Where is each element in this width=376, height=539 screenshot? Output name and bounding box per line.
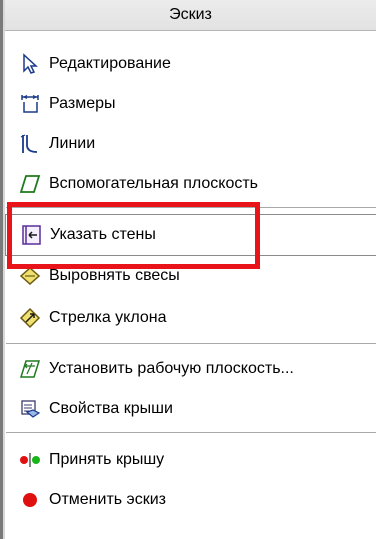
finish-roof-icon [19, 449, 41, 471]
menu-item-label: Отменить эскиз [49, 491, 166, 508]
set-work-plane-icon [19, 358, 41, 380]
menu-item-label: Стрелка уклона [49, 309, 167, 326]
menu-item-lines[interactable]: Линии [5, 124, 376, 164]
menu-separator [6, 432, 376, 434]
menu-item-label: Установить рабочую плоскость... [49, 360, 294, 377]
cursor-arrow-icon [19, 53, 41, 75]
cancel-sketch-icon [19, 489, 41, 511]
menu-item-label: Редактирование [49, 55, 171, 72]
lines-icon [19, 133, 41, 155]
menu-item-dimensions[interactable]: Размеры [5, 84, 376, 124]
menu-item-label: Выровнять свесы [49, 267, 180, 284]
menu-item-roof-properties[interactable]: Свойства крыши [5, 389, 376, 429]
menu-item-set-work-plane[interactable]: Установить рабочую плоскость... [5, 349, 376, 389]
dimensions-icon [19, 93, 41, 115]
menu-item-label: Принять крышу [49, 451, 165, 468]
sketch-panel: Эскиз Редактирование Размеры Линии Вспом… [0, 0, 376, 539]
menu-item-finish-roof[interactable]: Принять крышу [5, 440, 376, 480]
highlight-annotation-box [7, 202, 260, 269]
menu-item-reference-plane[interactable]: Вспомогательная плоскость [5, 164, 376, 204]
roof-properties-icon [19, 398, 41, 420]
menu-item-edit[interactable]: Редактирование [5, 44, 376, 84]
panel-title: Эскиз [5, 0, 376, 31]
menu-item-label: Вспомогательная плоскость [49, 175, 259, 192]
menu-item-slope-arrow[interactable]: Стрелка уклона [5, 298, 376, 338]
work-plane-icon [19, 173, 41, 195]
menu-item-label: Размеры [49, 95, 116, 112]
slope-arrow-icon [19, 307, 41, 329]
menu-item-label: Линии [49, 135, 96, 152]
menu-item-label: Свойства крыши [49, 400, 173, 417]
menu-separator [6, 343, 376, 345]
menu-item-cancel-sketch[interactable]: Отменить эскиз [5, 480, 376, 520]
